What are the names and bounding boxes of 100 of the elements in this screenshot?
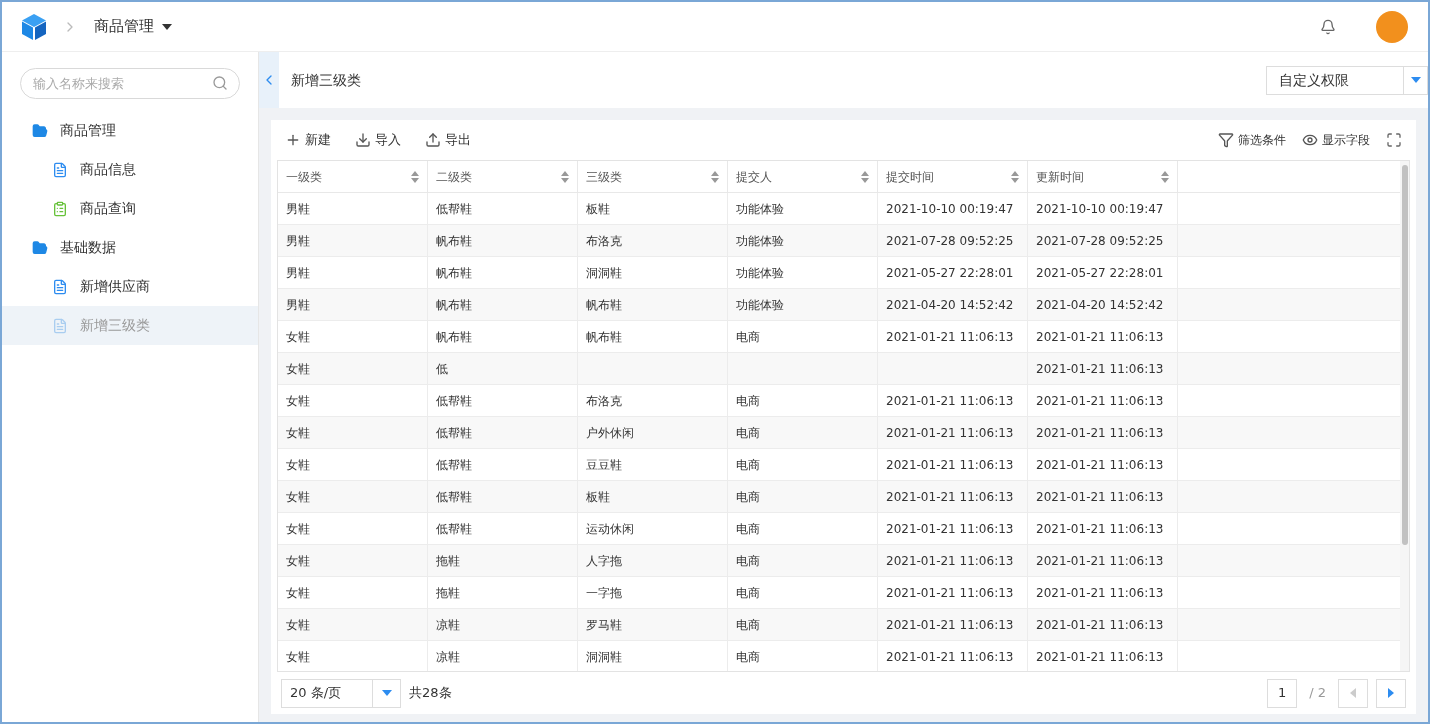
table-cell-text: 洞洞鞋 bbox=[586, 648, 622, 666]
table-cell-text: 低帮鞋 bbox=[436, 520, 472, 538]
folder-icon bbox=[32, 122, 48, 139]
table-cell-text: 电商 bbox=[736, 456, 760, 474]
column-header[interactable]: 更新时间 bbox=[1028, 161, 1178, 192]
table-cell-text: 洞洞鞋 bbox=[586, 264, 622, 282]
table-cell-text: 户外休闲 bbox=[586, 424, 634, 442]
table-cell-text: 男鞋 bbox=[286, 296, 310, 314]
table-cell-text: 低帮鞋 bbox=[436, 424, 472, 442]
sort-icon[interactable] bbox=[1011, 170, 1019, 183]
column-header[interactable]: 三级类 bbox=[578, 161, 728, 192]
sidebar-item[interactable]: 商品信息 bbox=[2, 150, 258, 189]
page-size-select[interactable]: 20 条/页 bbox=[281, 678, 401, 708]
document-icon bbox=[52, 317, 68, 334]
collapse-button[interactable] bbox=[259, 52, 279, 108]
toolbar-button[interactable]: 筛选条件 bbox=[1218, 131, 1286, 149]
table-cell-text: 帆布鞋 bbox=[586, 328, 622, 346]
sidebar-item[interactable]: 新增供应商 bbox=[2, 267, 258, 306]
table-cell-text: 2021-07-28 09:52:25 bbox=[886, 232, 1014, 250]
table-cell-text: 女鞋 bbox=[286, 456, 310, 474]
sort-icon[interactable] bbox=[711, 170, 719, 183]
table-cell-text: 2021-01-21 11:06:13 bbox=[886, 456, 1014, 474]
table-cell-text: 女鞋 bbox=[286, 584, 310, 602]
notification-bell-icon[interactable] bbox=[1320, 18, 1336, 35]
fullscreen-icon[interactable] bbox=[1386, 132, 1402, 148]
table-cell-text: 布洛克 bbox=[586, 392, 622, 410]
toolbar-button[interactable]: 导出 bbox=[425, 130, 471, 150]
table-cell-text: 罗马鞋 bbox=[586, 616, 622, 634]
sidebar-item[interactable]: 商品管理 bbox=[2, 111, 258, 150]
sidebar-item[interactable]: 基础数据 bbox=[2, 228, 258, 267]
avatar[interactable] bbox=[1376, 10, 1408, 43]
filter-icon bbox=[1218, 132, 1234, 148]
search-icon[interactable] bbox=[212, 75, 228, 91]
table-cell-text: 2021-04-20 14:52:42 bbox=[1036, 296, 1164, 314]
sort-icon[interactable] bbox=[561, 170, 569, 183]
caret-down-icon bbox=[162, 23, 172, 30]
table-cell-text: 2021-01-21 11:06:13 bbox=[886, 392, 1014, 410]
sidebar-item[interactable]: 商品查询 bbox=[2, 189, 258, 228]
page-number-field[interactable]: 1 bbox=[1267, 678, 1298, 708]
breadcrumb-dropdown[interactable]: 商品管理 bbox=[94, 15, 172, 38]
table-cell-text: 功能体验 bbox=[736, 232, 784, 250]
total-count: 共28条 bbox=[409, 684, 452, 703]
triangle-left-icon bbox=[1350, 688, 1356, 698]
table-cell-text: 电商 bbox=[736, 616, 760, 634]
table-cell-text: 电商 bbox=[736, 328, 760, 346]
table-cell-text: 帆布鞋 bbox=[586, 296, 622, 314]
table-cell-text: 2021-01-21 11:06:13 bbox=[1036, 648, 1164, 666]
table-cell-text: 板鞋 bbox=[586, 488, 610, 506]
table-cell-text: 电商 bbox=[736, 584, 760, 602]
column-header[interactable]: 提交时间 bbox=[878, 161, 1028, 192]
scrollbar-thumb[interactable] bbox=[1401, 165, 1408, 545]
table-cell-text: 低帮鞋 bbox=[436, 456, 472, 474]
table-cell-text: 2021-01-21 11:06:13 bbox=[886, 488, 1014, 506]
column-header[interactable]: 二级类 bbox=[428, 161, 578, 192]
table-cell-text: 帆布鞋 bbox=[436, 232, 472, 250]
table-cell-text: 电商 bbox=[736, 392, 760, 410]
table-cell-text: 2021-01-21 11:06:13 bbox=[886, 328, 1014, 346]
table-cell-text: 人字拖 bbox=[586, 552, 622, 570]
sort-icon[interactable] bbox=[1161, 170, 1169, 183]
table-cell-text: 2021-01-21 11:06:13 bbox=[1036, 584, 1164, 602]
table-cell-text: 凉鞋 bbox=[436, 648, 460, 666]
toolbar-button[interactable]: 导入 bbox=[355, 130, 401, 150]
table-cell-text: 女鞋 bbox=[286, 520, 310, 538]
column-header[interactable]: 提交人 bbox=[728, 161, 878, 192]
table-cell-text: 2021-01-21 11:06:13 bbox=[1036, 488, 1164, 506]
table-cell-text: 电商 bbox=[736, 552, 760, 570]
table-cell-text: 一字拖 bbox=[586, 584, 622, 602]
table-cell-text: 2021-01-21 11:06:13 bbox=[1036, 552, 1164, 570]
table-cell-text: 低帮鞋 bbox=[436, 200, 472, 218]
column-header[interactable]: 一级类 bbox=[278, 161, 428, 192]
download-icon bbox=[355, 132, 371, 148]
table-cell-text: 帆布鞋 bbox=[436, 264, 472, 282]
upload-icon bbox=[425, 132, 441, 148]
table-cell-text: 运动休闲 bbox=[586, 520, 634, 538]
permission-select[interactable]: 自定义权限 bbox=[1266, 65, 1428, 95]
table-cell-text: 拖鞋 bbox=[436, 584, 460, 602]
table-cell-text: 拖鞋 bbox=[436, 552, 460, 570]
eye-icon bbox=[1302, 132, 1318, 148]
table-cell-text: 2021-01-21 11:06:13 bbox=[1036, 424, 1164, 442]
table-cell-text: 女鞋 bbox=[286, 552, 310, 570]
sort-icon[interactable] bbox=[411, 170, 419, 183]
table-cell-text: 帆布鞋 bbox=[436, 296, 472, 314]
toolbar-button[interactable]: 新建 bbox=[285, 130, 331, 150]
table-cell-text: 2021-01-21 11:06:13 bbox=[1036, 328, 1164, 346]
table-cell-text: 男鞋 bbox=[286, 264, 310, 282]
table-cell-text: 2021-01-21 11:06:13 bbox=[1036, 360, 1164, 378]
caret-down-icon bbox=[381, 690, 392, 696]
sort-icon[interactable] bbox=[861, 170, 869, 183]
table-cell-text: 2021-01-21 11:06:13 bbox=[886, 648, 1014, 666]
table-cell-text: 2021-04-20 14:52:42 bbox=[886, 296, 1014, 314]
toolbar-button[interactable]: 显示字段 bbox=[1302, 131, 1370, 149]
next-page-button[interactable] bbox=[1376, 678, 1406, 708]
table-cell-text: 豆豆鞋 bbox=[586, 456, 622, 474]
table-cell-text: 帆布鞋 bbox=[436, 328, 472, 346]
previous-page-button[interactable] bbox=[1338, 678, 1368, 708]
table-cell-text: 功能体验 bbox=[736, 200, 784, 218]
search-field[interactable]: 输入名称来搜索 bbox=[20, 68, 240, 99]
table-cell-text: 电商 bbox=[736, 520, 760, 538]
triangle-right-icon bbox=[1388, 688, 1394, 698]
table-cell-text: 板鞋 bbox=[586, 200, 610, 218]
